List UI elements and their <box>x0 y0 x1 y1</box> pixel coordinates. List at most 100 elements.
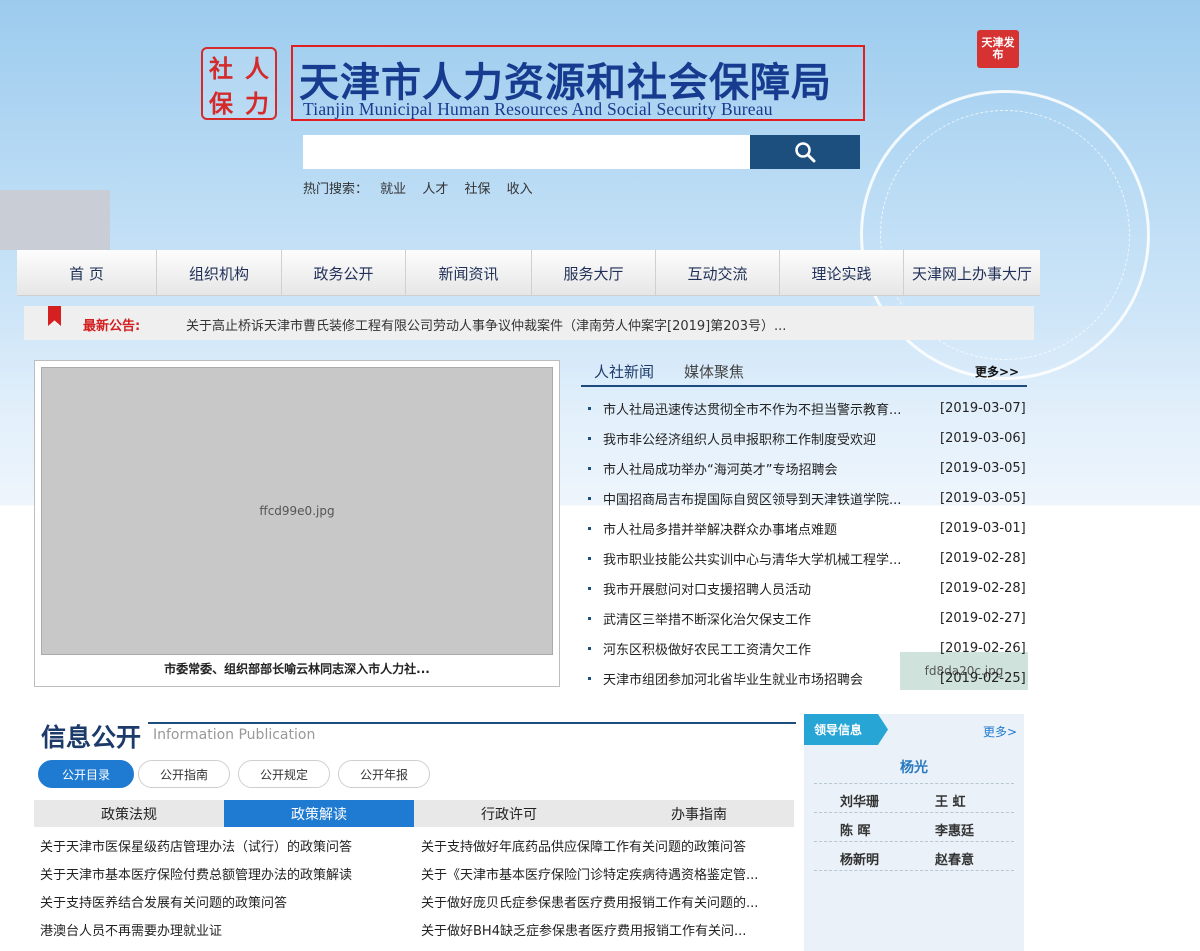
tab-media-focus[interactable]: 媒体聚焦 <box>684 361 744 382</box>
leader-name[interactable]: 刘华珊 <box>840 791 879 810</box>
bullet-icon <box>588 496 591 500</box>
news-title: 我市非公经济组织人员申报职称工作制度受欢迎 <box>603 432 877 448</box>
bullet-icon <box>588 646 591 650</box>
news-item[interactable]: 我市开展慰问对口支援招聘人员活动 [2019-02-28] <box>588 573 1028 603</box>
nav-service-hall[interactable]: 服务大厅 <box>532 250 656 296</box>
news-list: 市人社局迅速传达贯彻全市不作为不担当警示教育... [2019-03-07] 我市… <box>588 393 1028 693</box>
news-title: 河东区积极做好农民工工资清欠工作 <box>603 642 812 658</box>
hot-keyword[interactable]: 收入 <box>507 182 533 197</box>
doc-item[interactable]: 关于支持医养结合发展有关问题的政策问答 <box>40 887 410 915</box>
leader-panel-heading: 领导信息 <box>804 714 888 745</box>
leader-panel <box>804 714 1024 951</box>
news-more-link[interactable]: 更多>> <box>975 363 1019 380</box>
divider <box>814 870 1014 871</box>
news-item[interactable]: 市人社局成功举办“海河英才”专场招聘会 [2019-03-05] <box>588 453 1028 483</box>
news-title: 我市职业技能公共实训中心与清华大学机械工程学... <box>603 552 902 568</box>
hot-keyword[interactable]: 人才 <box>422 182 448 197</box>
news-title: 我市开展慰问对口支援招聘人员活动 <box>603 582 812 598</box>
bullet-icon <box>588 466 591 470</box>
news-date: [2019-03-05] <box>940 460 1026 476</box>
news-tab-underline <box>581 385 1027 387</box>
subtab-administrative-license[interactable]: 行政许可 <box>414 800 604 827</box>
nav-organization[interactable]: 组织机构 <box>157 250 282 296</box>
search-input[interactable] <box>303 135 750 169</box>
doc-title: 关于《天津市基本医疗保险门诊特定疾病待遇资格鉴定管... <box>421 867 759 883</box>
nav-online-service-hall[interactable]: 天津网上办事大厅 <box>904 250 1040 296</box>
leader-name[interactable]: 陈 晖 <box>840 820 871 839</box>
news-date: [2019-02-27] <box>940 610 1026 626</box>
news-item[interactable]: 市人社局迅速传达贯彻全市不作为不担当警示教育... [2019-03-07] <box>588 393 1028 423</box>
featured-photo[interactable]: ffcd99e0.jpg <box>41 367 553 655</box>
pill-public-guide[interactable]: 公开指南 <box>138 760 230 788</box>
notice-label: 最新公告: <box>83 319 141 334</box>
leader-name[interactable]: 王 虹 <box>935 791 966 810</box>
doc-item[interactable]: 关于做好BH4缺乏症参保患者医疗费用报销工作有关问... <box>421 915 761 943</box>
news-item[interactable]: 河东区积极做好农民工工资清欠工作 [2019-02-26] <box>588 633 1028 663</box>
doc-item[interactable]: 关于支持做好年底药品供应保障工作有关问题的政策问答 <box>421 831 761 859</box>
search-icon <box>795 142 816 163</box>
leader-primary[interactable]: 杨光 <box>814 757 1014 777</box>
bullet-icon <box>588 676 591 680</box>
news-date: [2019-03-01] <box>940 520 1026 536</box>
doc-item[interactable]: 关于天津市医保星级药店管理办法（试行）的政策问答 <box>40 831 410 859</box>
news-item[interactable]: 我市非公经济组织人员申报职称工作制度受欢迎 [2019-03-06] <box>588 423 1028 453</box>
news-date: [2019-02-26] <box>940 640 1026 656</box>
doc-title: 关于做好BH4缺乏症参保患者医疗费用报销工作有关问... <box>421 923 747 939</box>
logo-char: 人 <box>245 54 269 83</box>
doc-title: 关于做好庞贝氏症参保患者医疗费用报销工作有关问题的... <box>421 895 759 911</box>
nav-interaction[interactable]: 互动交流 <box>656 250 780 296</box>
nav-government-affairs[interactable]: 政务公开 <box>282 250 406 296</box>
leader-more-link[interactable]: 更多> <box>983 723 1017 740</box>
pill-public-catalog[interactable]: 公开目录 <box>38 760 134 788</box>
leader-name[interactable]: 赵春意 <box>935 849 974 868</box>
building-background-image <box>0 190 110 250</box>
doc-item[interactable]: 关于做好庞贝氏症参保患者医疗费用报销工作有关问题的... <box>421 887 761 915</box>
news-date: [2019-03-05] <box>940 490 1026 506</box>
doc-title: 关于天津市基本医疗保险付费总额管理办法的政策解读 <box>40 867 353 883</box>
doc-title: 关于天津市医保星级药店管理办法（试行）的政策问答 <box>40 839 353 855</box>
news-item[interactable]: 我市职业技能公共实训中心与清华大学机械工程学... [2019-02-28] <box>588 543 1028 573</box>
hot-keyword[interactable]: 社保 <box>464 182 490 197</box>
subtab-policy-interpretation[interactable]: 政策解读 <box>224 800 414 827</box>
doc-title: 港澳台人员不再需要办理就业证 <box>40 923 223 939</box>
nav-home[interactable]: 首 页 <box>17 250 157 296</box>
divider <box>814 841 1014 842</box>
tab-rensha-news[interactable]: 人社新闻 <box>594 361 654 382</box>
leader-name[interactable]: 李惠廷 <box>935 820 974 839</box>
news-item[interactable]: 市人社局多措并举解决群众办事堵点难题 [2019-03-01] <box>588 513 1028 543</box>
news-date: [2019-03-06] <box>940 430 1026 446</box>
pill-annual-report[interactable]: 公开年报 <box>338 760 430 788</box>
tianjin-release-badge[interactable]: 天津发布 <box>977 30 1019 68</box>
doc-item[interactable]: 港澳台人员不再需要办理就业证 <box>40 915 410 943</box>
leader-name[interactable]: 杨新明 <box>840 849 879 868</box>
subtab-service-guide[interactable]: 办事指南 <box>604 800 794 827</box>
info-section-title: 信息公开 <box>41 723 142 752</box>
doc-item[interactable]: 关于《天津市基本医疗保险门诊特定疾病待遇资格鉴定管... <box>421 859 761 887</box>
info-divider <box>148 722 796 724</box>
doc-item[interactable]: 关于天津市基本医疗保险付费总额管理办法的政策解读 <box>40 859 410 887</box>
bullet-icon <box>588 406 591 410</box>
bullet-icon <box>588 586 591 590</box>
nav-theory-practice[interactable]: 理论实践 <box>780 250 904 296</box>
doc-list-right: 关于支持做好年底药品供应保障工作有关问题的政策问答 关于《天津市基本医疗保险门诊… <box>421 831 761 943</box>
bureau-logo: 社 人 保 力 <box>201 47 277 120</box>
bullet-icon <box>588 556 591 560</box>
news-date: [2019-02-28] <box>940 550 1026 566</box>
nav-news[interactable]: 新闻资讯 <box>406 250 532 296</box>
subtab-policy-regulations[interactable]: 政策法规 <box>34 800 224 827</box>
search-button[interactable] <box>750 135 860 169</box>
pill-public-regulations[interactable]: 公开规定 <box>238 760 330 788</box>
news-item[interactable]: 武清区三举措不断深化治欠保支工作 [2019-02-27] <box>588 603 1028 633</box>
logo-char: 保 <box>209 89 233 118</box>
featured-photo-caption[interactable]: 市委常委、组织部部长喻云林同志深入市人力社... <box>34 660 560 677</box>
news-title: 市人社局迅速传达贯彻全市不作为不担当警示教育... <box>603 402 902 418</box>
news-item[interactable]: 中国招商局吉布提国际自贸区领导到天津铁道学院... [2019-03-05] <box>588 483 1028 513</box>
main-nav: 首 页 组织机构 政务公开 新闻资讯 服务大厅 互动交流 理论实践 天津网上办事… <box>17 250 1040 296</box>
news-item[interactable]: 天津市组团参加河北省毕业生就业市场招聘会 [2019-02-25] <box>588 663 1028 693</box>
logo-char: 社 <box>209 54 233 83</box>
bullet-icon <box>588 436 591 440</box>
divider <box>814 783 1014 784</box>
hot-search-label: 热门搜索： <box>303 182 369 197</box>
notice-link[interactable]: 关于高止桥诉天津市曹氏装修工程有限公司劳动人事争议仲裁案件（津南劳人仲案字[20… <box>186 315 786 334</box>
hot-keyword[interactable]: 就业 <box>380 182 406 197</box>
